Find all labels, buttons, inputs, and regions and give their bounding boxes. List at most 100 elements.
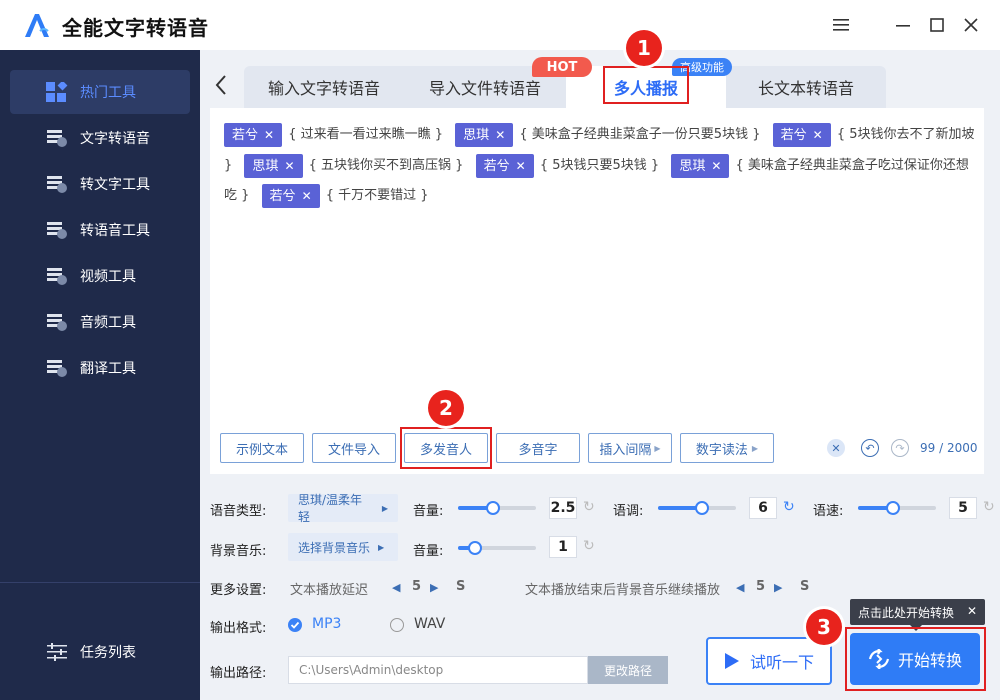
remove-icon[interactable]: ✕: [711, 159, 721, 173]
preview-label: 试听一下: [749, 653, 814, 672]
file-import-button[interactable]: 文件导入: [312, 433, 396, 463]
increase-delay-icon[interactable]: ▶: [430, 581, 438, 594]
delay-unit: S: [456, 579, 466, 594]
step-marker-2: 2: [428, 390, 464, 426]
speaker-tag[interactable]: 思琪 ✕: [455, 123, 514, 147]
slider-knob[interactable]: [468, 541, 482, 555]
sidebar-item-label: 转语音工具: [80, 223, 150, 239]
speaker-name: 若兮: [232, 128, 259, 143]
highlight-box-start: [845, 627, 986, 691]
wav-radio[interactable]: [390, 618, 404, 632]
volume-value[interactable]: 2.5: [549, 497, 577, 519]
volume-slider[interactable]: [458, 501, 536, 515]
speed-slider[interactable]: [858, 501, 936, 515]
caret-right-icon: ▶: [381, 503, 388, 513]
start-tooltip: 点击此处开始转换 ✕: [850, 599, 985, 631]
speaker-name: 若兮: [483, 158, 510, 174]
sidebar-item-to-speech[interactable]: 转语音工具: [10, 208, 190, 252]
number-reading-button[interactable]: 数字读法 ▶: [680, 433, 774, 463]
delay-label: 文本播放延迟: [290, 583, 369, 598]
tab-long-text[interactable]: 长文本转语音: [726, 66, 886, 108]
caret-right-icon: ▶: [378, 542, 385, 552]
remove-icon[interactable]: ✕: [516, 159, 526, 173]
speaker-tag[interactable]: 若兮 ✕: [475, 153, 534, 178]
reset-icon[interactable]: ↻: [983, 499, 995, 515]
voice-type-label: 语音类型:: [210, 504, 267, 519]
minimize-icon[interactable]: [892, 14, 914, 36]
speaker-tag[interactable]: 若兮 ✕: [772, 123, 831, 147]
sidebar-item-label: 音频工具: [80, 315, 136, 331]
sidebar-item-to-text[interactable]: 转文字工具: [10, 162, 190, 206]
output-path-input[interactable]: C:\Users\Admin\desktop: [288, 656, 588, 684]
delay-value: 5: [412, 579, 422, 594]
slider-knob[interactable]: [486, 501, 500, 515]
mp3-radio[interactable]: [288, 618, 302, 632]
example-text-button[interactable]: 示例文本: [220, 433, 304, 463]
maximize-icon[interactable]: [926, 14, 948, 36]
bgm-volume-value[interactable]: 1: [549, 536, 577, 558]
decrease-delay-icon[interactable]: ◀: [392, 581, 400, 594]
sidebar-item-text-to-speech[interactable]: 文字转语音: [10, 116, 190, 160]
bgm-label: 背景音乐:: [210, 544, 267, 559]
back-arrow-icon[interactable]: [214, 74, 234, 100]
number-reading-label: 数字读法: [695, 442, 748, 458]
remove-icon[interactable]: ✕: [813, 128, 823, 142]
redo-icon[interactable]: ↷: [891, 439, 909, 457]
pitch-slider[interactable]: [658, 501, 736, 515]
reset-icon[interactable]: ↻: [583, 499, 595, 515]
slider-knob[interactable]: [695, 501, 709, 515]
speaker-tag[interactable]: 若兮 ✕: [224, 123, 283, 147]
caret-right-icon: ▶: [751, 443, 759, 453]
hot-badge: HOT: [532, 57, 592, 77]
slider-knob[interactable]: [886, 501, 900, 515]
mp3-label[interactable]: MP3: [312, 616, 341, 632]
insert-pause-label: 插入间隔: [599, 442, 652, 458]
voice-type-select[interactable]: 思琪/温柔年轻 ▶: [288, 493, 398, 524]
speaker-tag[interactable]: 思琪 ✕: [244, 153, 303, 178]
decrease-continue-icon[interactable]: ◀: [736, 581, 744, 594]
bgm-select[interactable]: 选择背景音乐 ▶: [288, 533, 398, 561]
speed-value[interactable]: 5: [949, 497, 977, 519]
sidebar-item-audio[interactable]: 音频工具: [10, 300, 190, 344]
speed-label: 语速:: [813, 504, 844, 519]
clear-icon[interactable]: ✕: [827, 439, 845, 457]
remove-icon[interactable]: ✕: [495, 128, 505, 142]
bgm-volume-slider[interactable]: [458, 541, 536, 555]
polyphone-button[interactable]: 多音字: [496, 433, 580, 463]
speaker-tag[interactable]: 若兮 ✕: [261, 184, 320, 208]
highlight-box-tab: [603, 66, 689, 104]
sidebar-item-task-list[interactable]: 任务列表: [10, 630, 190, 674]
reset-icon[interactable]: ↻: [783, 499, 795, 515]
close-icon[interactable]: ✕: [967, 604, 977, 618]
script-editor[interactable]: 若兮 ✕ { 过来看一看过来瞧一瞧 } 思琪 ✕ { 美味盒子经典韭菜盒子一份只要5…: [210, 108, 984, 474]
sidebar-item-hot-tools[interactable]: 热门工具: [10, 70, 190, 114]
format-label: 输出格式:: [210, 621, 267, 636]
sidebar-item-video[interactable]: 视频工具: [10, 254, 190, 298]
insert-pause-button[interactable]: 插入间隔 ▶: [588, 433, 672, 463]
remove-icon[interactable]: ✕: [302, 189, 312, 203]
reset-icon[interactable]: ↻: [583, 538, 595, 554]
sidebar-item-label: 视频工具: [80, 269, 136, 285]
preview-button[interactable]: 试听一下: [706, 637, 832, 685]
speaker-name: 思琪: [252, 158, 279, 174]
more-settings-label: 更多设置:: [210, 583, 267, 598]
menu-icon[interactable]: [830, 14, 852, 36]
close-icon[interactable]: [960, 14, 982, 36]
bgm-value: 选择背景音乐: [298, 540, 371, 555]
step-marker-1: 1: [626, 30, 662, 66]
remove-icon[interactable]: ✕: [284, 159, 294, 173]
text-to-speech-icon: [44, 127, 70, 149]
wav-label[interactable]: WAV: [414, 616, 445, 632]
tab-input-text[interactable]: 输入文字转语音: [244, 66, 404, 108]
sidebar-item-translate[interactable]: 翻译工具: [10, 346, 190, 390]
undo-icon[interactable]: ↶: [861, 439, 879, 457]
volume-label: 音量:: [413, 504, 444, 519]
sidebar-item-label: 热门工具: [80, 85, 136, 101]
increase-continue-icon[interactable]: ▶: [774, 581, 782, 594]
audio-icon: [44, 311, 70, 333]
remove-icon[interactable]: ✕: [264, 128, 274, 142]
pitch-value[interactable]: 6: [749, 497, 777, 519]
speaker-tag[interactable]: 思琪 ✕: [671, 153, 730, 178]
path-label: 输出路径:: [210, 666, 267, 681]
change-path-button[interactable]: 更改路径: [588, 656, 668, 684]
